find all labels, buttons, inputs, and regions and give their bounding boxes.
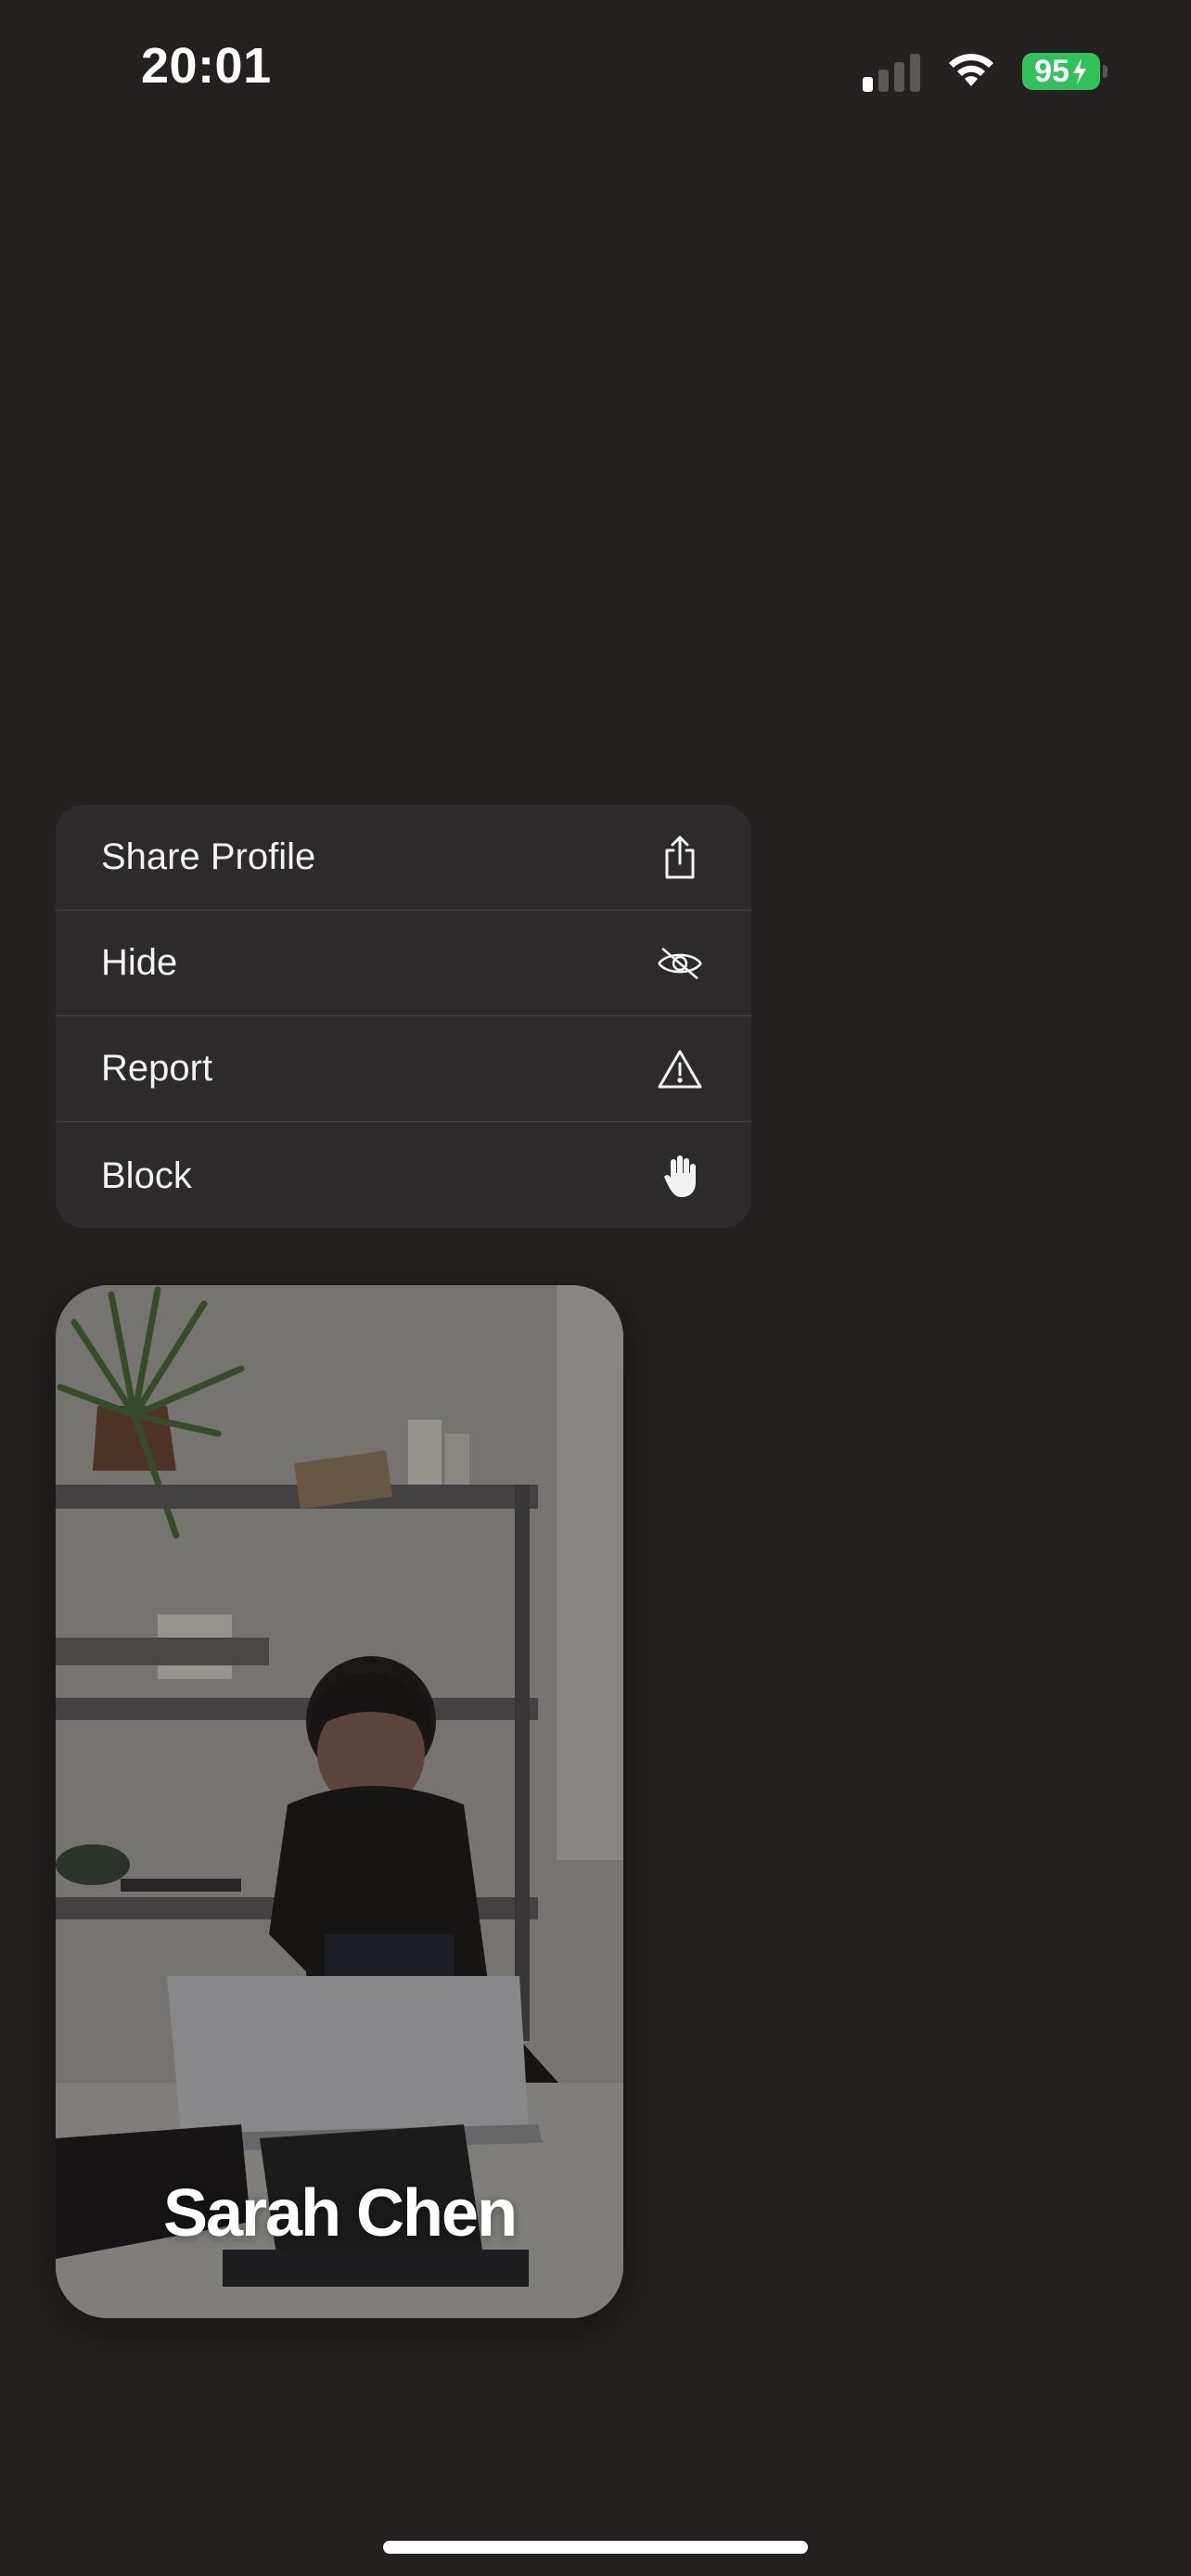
- battery-icon: 95: [1022, 53, 1108, 90]
- menu-item-label: Report: [101, 1048, 213, 1089]
- context-menu: Share Profile Hide Report Block: [56, 805, 751, 1228]
- hand-raised-icon: [657, 1153, 703, 1199]
- status-time: 20:01: [141, 38, 272, 94]
- cellular-signal-icon: [863, 51, 920, 92]
- status-icons: 95: [863, 48, 1108, 95]
- profile-name: Sarah Chen: [162, 2176, 518, 2251]
- menu-item-block[interactable]: Block: [56, 1122, 751, 1228]
- menu-item-hide[interactable]: Hide: [56, 911, 751, 1016]
- warning-triangle-icon: [657, 1046, 703, 1092]
- home-indicator[interactable]: [383, 2541, 808, 2554]
- battery-level: 95: [1034, 53, 1069, 89]
- share-icon: [657, 835, 703, 881]
- menu-item-report[interactable]: Report: [56, 1016, 751, 1122]
- profile-card[interactable]: Sarah Chen: [56, 1285, 623, 2318]
- menu-item-share-profile[interactable]: Share Profile: [56, 805, 751, 911]
- menu-item-label: Block: [101, 1154, 192, 1196]
- battery-cap: [1103, 65, 1108, 78]
- menu-item-label: Share Profile: [101, 836, 316, 877]
- profile-photo: [56, 1285, 623, 2318]
- menu-item-label: Hide: [101, 942, 178, 983]
- eye-slash-icon: [657, 940, 703, 987]
- charging-bolt-icon: [1072, 58, 1086, 84]
- wifi-icon: [944, 49, 998, 95]
- screen: 20:01 95 Share Profile Hide Report Block…: [0, 0, 1191, 2576]
